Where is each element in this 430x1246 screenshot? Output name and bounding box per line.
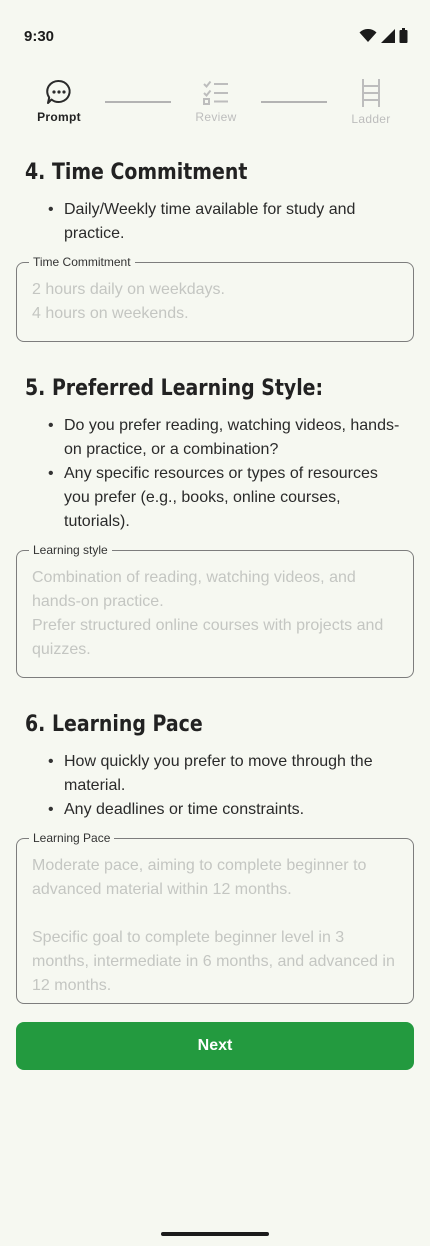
next-button[interactable]: Next [16,1022,414,1070]
field-placeholder: Combination of reading, watching videos,… [32,569,384,658]
field-label: Learning Pace [29,831,115,845]
bullet-list: Daily/Weekly time available for study an… [48,198,404,246]
status-bar: 9:30 [0,0,430,72]
field-placeholder: 2 hours daily on weekdays. 4 hours on we… [32,281,225,322]
step-connector [105,101,171,103]
list-item: Daily/Weekly time available for study an… [48,198,404,246]
learning-pace-field[interactable]: Learning Pace Moderate pace, aiming to c… [16,831,414,1004]
battery-icon [399,28,408,43]
section-title-learning-pace: 6. Learning Pace [25,712,203,737]
step-prompt[interactable]: Prompt [19,78,99,124]
time-commitment-field[interactable]: Time Commitment 2 hours daily on weekday… [16,255,414,342]
step-ladder[interactable]: Ladder [331,78,411,126]
step-connector [261,101,327,103]
checklist-icon [203,80,228,105]
home-indicator[interactable] [161,1232,269,1236]
step-review[interactable]: Review [176,78,256,124]
step-ladder-label: Ladder [351,112,391,126]
wifi-icon [359,28,377,42]
status-time: 9:30 [24,28,55,45]
section-title-time-commitment: 4. Time Commitment [25,160,248,185]
list-item: How quickly you prefer to move through t… [48,750,404,798]
list-item: Any specific resources or types of resou… [48,462,404,534]
field-placeholder: Moderate pace, aiming to complete beginn… [32,857,395,994]
step-review-label: Review [195,110,237,124]
cellular-signal-icon [381,28,395,43]
learning-style-field[interactable]: Learning style Combination of reading, w… [16,543,414,678]
ladder-icon [362,79,380,107]
progress-stepper: Prompt Review Ladder [0,78,430,138]
status-icons [359,28,408,43]
field-label: Learning style [29,543,112,557]
step-prompt-label: Prompt [37,110,81,124]
section-title-learning-style: 5. Preferred Learning Style: [25,376,324,401]
field-label: Time Commitment [29,255,135,269]
chat-bubble-icon [46,79,71,104]
bullet-list: How quickly you prefer to move through t… [48,750,404,822]
list-item: Any deadlines or time constraints. [48,798,404,822]
list-item: Do you prefer reading, watching videos, … [48,414,404,462]
bullet-list: Do you prefer reading, watching videos, … [48,414,404,534]
